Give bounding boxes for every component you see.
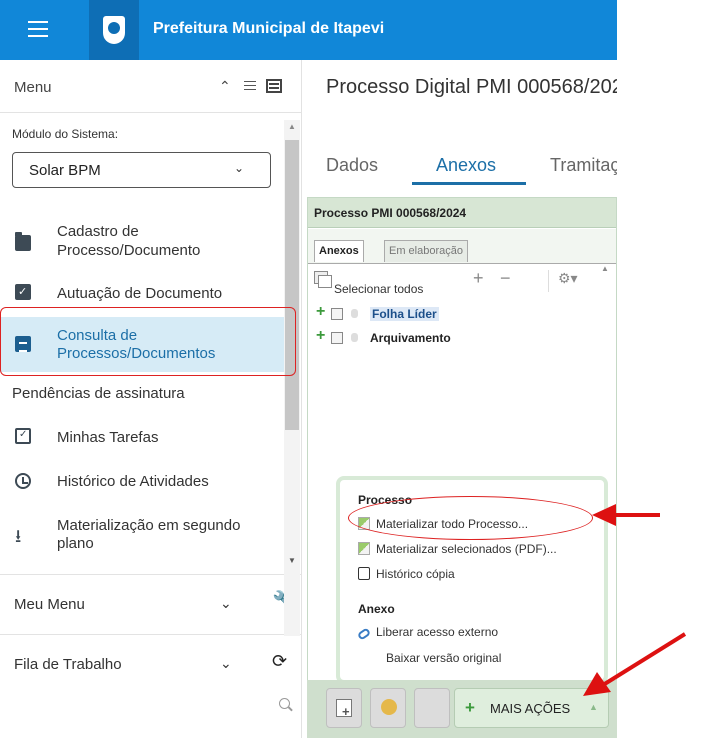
list-item[interactable]: + Arquivamento: [316, 327, 606, 348]
document-checkbox[interactable]: [331, 332, 343, 344]
annotation-bracket: [0, 307, 296, 376]
materialize-icon: [358, 542, 370, 555]
pendencias-section-label[interactable]: Pendências de assinatura: [12, 385, 185, 402]
sidebar-item-minhas-tarefas[interactable]: Minhas Tarefas: [0, 420, 284, 454]
materializar-selecionados-item[interactable]: Materializar selecionados (PDF)...: [358, 542, 557, 556]
list-item[interactable]: + Folha Líder: [316, 303, 606, 324]
active-tab-indicator: [412, 182, 526, 185]
tab-anexos[interactable]: Anexos: [436, 155, 496, 176]
scroll-down-icon[interactable]: ▼: [288, 556, 296, 565]
tab-dados[interactable]: Dados: [326, 155, 378, 176]
subtab-anexos[interactable]: Anexos: [314, 240, 364, 262]
sidebar-item-label: Processo/Documento: [57, 242, 201, 259]
sidebar-item-label: plano: [57, 535, 94, 552]
sign-button[interactable]: [370, 688, 406, 728]
page-title: Processo Digital PMI 000568/2024: [326, 76, 617, 98]
sidebar-item-label: Cadastro de: [57, 223, 139, 240]
document-name[interactable]: Folha Líder: [370, 307, 439, 321]
compact-list-icon[interactable]: [244, 81, 256, 91]
chevron-down-icon[interactable]: ⌄: [220, 655, 232, 672]
scroll-up-icon[interactable]: ▲: [598, 264, 612, 284]
module-select-value: Solar BPM: [29, 162, 101, 179]
subtab-em-elaboracao[interactable]: Em elaboração: [384, 240, 468, 262]
toolbar-divider: [548, 270, 549, 292]
clipboard-clock-icon: [358, 567, 370, 580]
annotation-arrow: [592, 504, 660, 526]
remove-icon[interactable]: −: [500, 268, 511, 289]
blank-button[interactable]: [414, 688, 450, 728]
panel-subtabs: Anexos Em elaboração: [308, 229, 616, 263]
panel-title: Processo PMI 000568/2024: [314, 206, 467, 220]
folder-plus-icon: [15, 232, 31, 251]
document-name[interactable]: Arquivamento: [370, 331, 451, 345]
download-icon: [15, 524, 31, 554]
baixar-versao-item[interactable]: Baixar versão original: [386, 651, 501, 665]
sidebar-item-historico[interactable]: Histórico de Atividades: [0, 464, 284, 498]
clipboard-check-icon: [15, 284, 31, 300]
calendar-check-icon: [15, 428, 31, 444]
expand-plus-icon[interactable]: +: [316, 327, 325, 345]
menu-item-label: Liberar acesso externo: [376, 625, 499, 639]
sidebar-item-cadastro[interactable]: Cadastro de Processo/Documento: [0, 218, 284, 268]
sidebar-item-materializacao[interactable]: Materialização em segundo plano: [0, 510, 284, 558]
collapse-menu-icon[interactable]: ⌃: [219, 78, 231, 95]
search-icon[interactable]: [279, 698, 290, 709]
sidebar-item-label: Autuação de Documento: [57, 285, 223, 302]
page-title-area: Processo Digital PMI 000568/2024: [320, 60, 617, 120]
plus-icon: +: [465, 698, 475, 717]
liberar-acesso-item[interactable]: Liberar acesso externo: [356, 625, 499, 641]
fila-trabalho-row[interactable]: Fila de Trabalho ⌄ ⟳: [0, 634, 302, 694]
chevron-down-icon: ⌄: [233, 161, 244, 175]
gear-icon[interactable]: ⚙▾: [558, 270, 578, 287]
clock-icon: [15, 473, 31, 489]
select-all-label[interactable]: Selecionar todos: [334, 282, 423, 296]
seal-icon: [351, 333, 358, 342]
module-select[interactable]: Solar BPM ⌄: [12, 152, 271, 188]
add-icon[interactable]: +: [473, 268, 484, 289]
annotation-ellipse: [348, 496, 593, 540]
tab-bar: Dados Anexos Tramitação: [302, 140, 617, 190]
hamburger-menu-icon[interactable]: [28, 21, 48, 37]
panel-header: Processo PMI 000568/2024: [308, 198, 616, 228]
sidebar-item-label: Histórico de Atividades: [57, 473, 209, 490]
detailed-list-icon[interactable]: [266, 79, 282, 93]
seal-award-icon: [381, 699, 397, 715]
link-icon: [356, 627, 372, 641]
caret-up-icon: ▲: [589, 702, 598, 712]
new-document-icon: [336, 699, 352, 719]
meu-menu-label: Meu Menu: [14, 596, 85, 613]
chevron-down-icon[interactable]: ⌄: [220, 595, 232, 612]
sidebar-item-label: Materialização em segundo: [57, 517, 241, 534]
seal-icon: [351, 309, 358, 318]
sidebar-item-label: Minhas Tarefas: [57, 429, 159, 446]
sidebar-scrollbar-thumb[interactable]: [285, 140, 299, 430]
select-all-icon[interactable]: [314, 271, 332, 288]
menu-label: Menu: [14, 79, 52, 96]
city-crest-logo: [89, 0, 139, 60]
expand-plus-icon[interactable]: +: [316, 303, 325, 321]
tab-tramitacao[interactable]: Tramitação: [550, 155, 617, 176]
refresh-icon[interactable]: ⟳: [272, 651, 287, 672]
menu-item-label: Materializar selecionados (PDF)...: [376, 542, 557, 556]
panel-toolbar: Selecionar todos + − ⚙▾: [308, 263, 616, 300]
anexo-section-label: Anexo: [358, 602, 395, 616]
annotation-arrow: [583, 632, 687, 696]
module-label: Módulo do Sistema:: [12, 127, 119, 141]
fila-trabalho-label: Fila de Trabalho: [14, 656, 122, 673]
menu-item-label: Histórico cópia: [376, 567, 455, 581]
app-header: Prefeitura Municipal de Itapevi: [0, 0, 617, 60]
meu-menu-row[interactable]: Meu Menu ⌄ 🔧: [0, 574, 302, 634]
historico-copia-item[interactable]: Histórico cópia: [358, 567, 455, 581]
new-document-button[interactable]: [326, 688, 362, 728]
menu-header: Menu ⌃: [0, 60, 302, 113]
scroll-up-icon[interactable]: ▲: [288, 122, 296, 131]
sidebar: Menu ⌃ Módulo do Sistema: Solar BPM ⌄ Ca…: [0, 60, 302, 738]
document-checkbox[interactable]: [331, 308, 343, 320]
mais-acoes-label: MAIS AÇÕES: [490, 701, 571, 716]
app-title: Prefeitura Municipal de Itapevi: [153, 20, 385, 37]
